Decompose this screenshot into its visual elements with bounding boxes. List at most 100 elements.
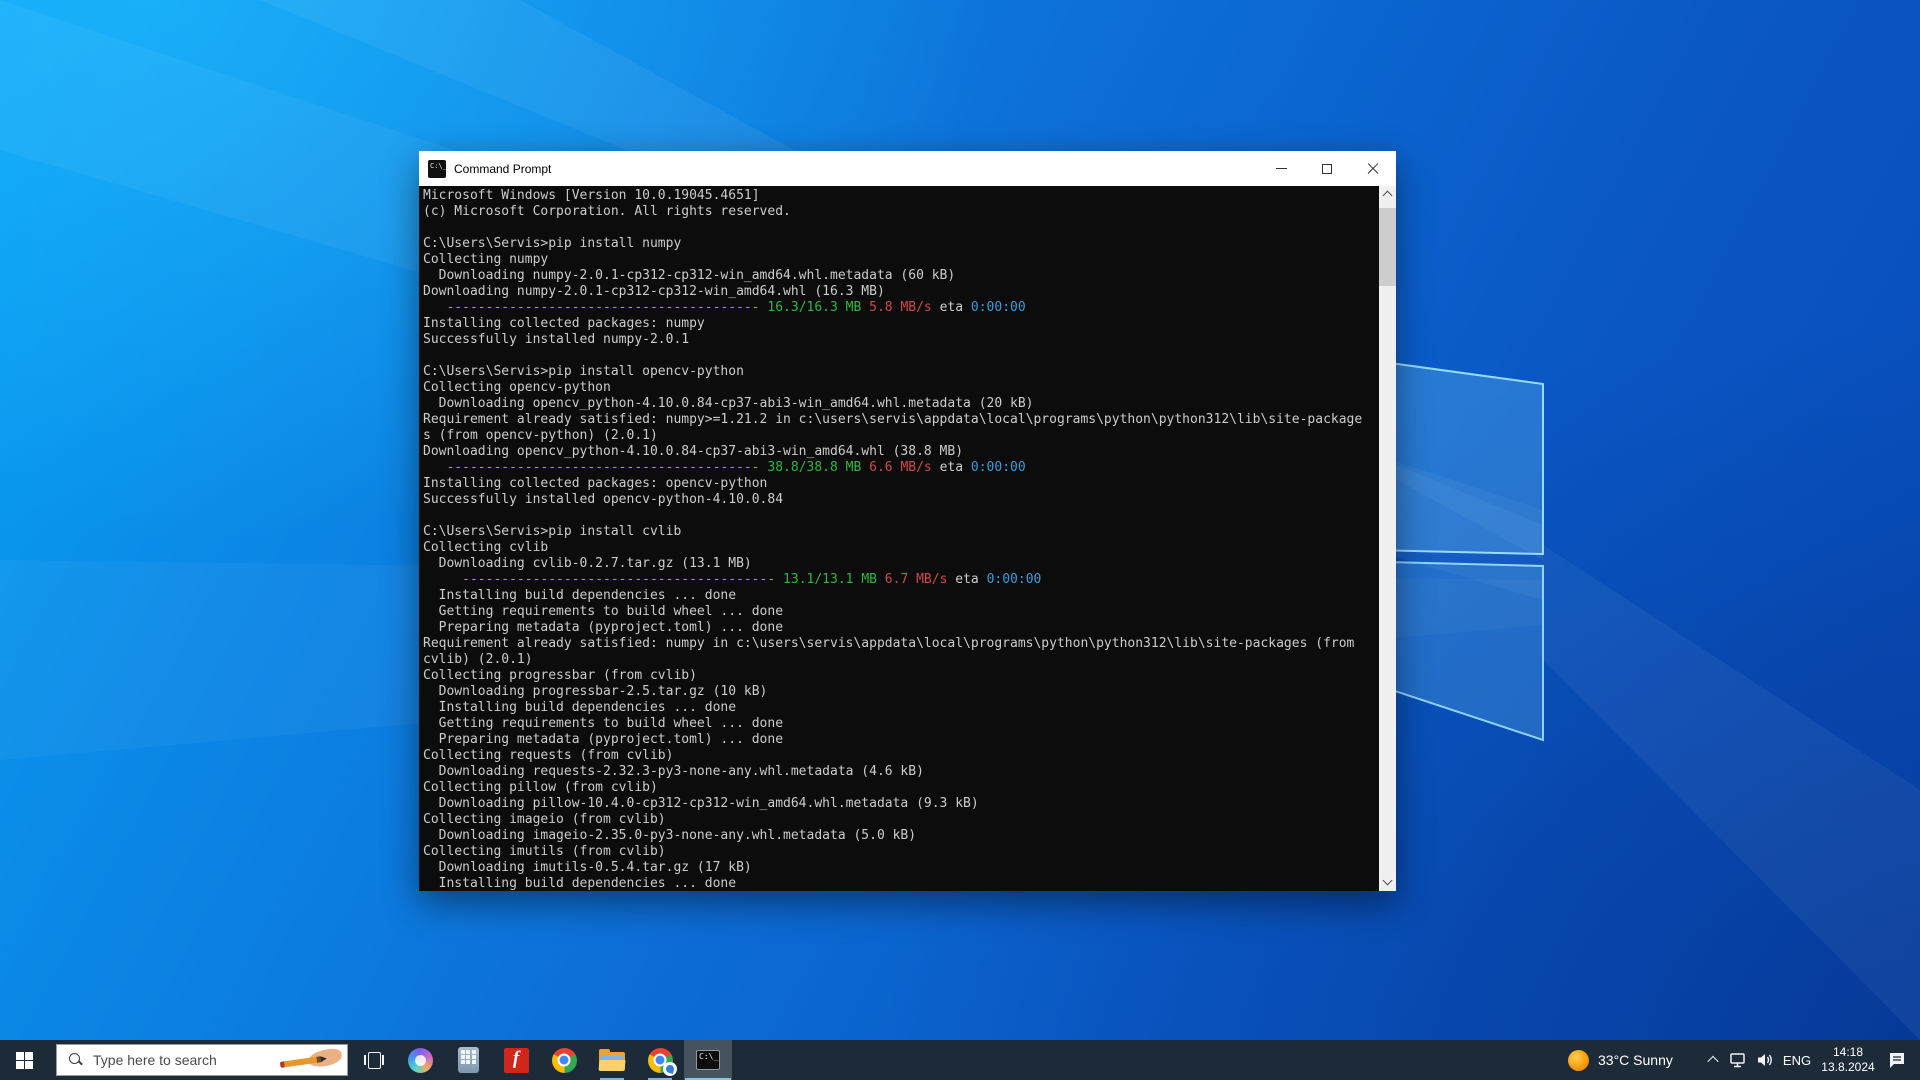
console-output: Microsoft Windows [Version 10.0.19045.46… bbox=[423, 188, 1379, 891]
console-line: Downloading opencv_python-4.10.0.84-cp37… bbox=[423, 396, 1034, 411]
minimize-icon bbox=[1275, 168, 1287, 169]
weather-widget[interactable]: 33°C Sunny bbox=[1562, 1040, 1706, 1080]
clock-time: 14:18 bbox=[1832, 1045, 1864, 1059]
taskbar-app-file-explorer[interactable] bbox=[588, 1040, 636, 1080]
calculator-icon bbox=[457, 1047, 479, 1073]
window-title: Command Prompt bbox=[454, 161, 552, 176]
scrollbar-thumb[interactable] bbox=[1379, 208, 1396, 286]
taskbar-app-task-view[interactable] bbox=[352, 1040, 396, 1080]
console-line: Downloading cvlib-0.2.7.tar.gz (13.1 MB) bbox=[423, 556, 752, 571]
console-line: C:\Users\Servis>pip install cvlib bbox=[423, 524, 682, 539]
console-line: Requirement already satisfied: numpy>=1.… bbox=[423, 412, 1363, 427]
taskbar-app-chrome-profile[interactable] bbox=[636, 1040, 684, 1080]
taskbar: f C:\_ 33°C Sunny bbox=[0, 1040, 1920, 1080]
console-line: Downloading requests-2.32.3-py3-none-any… bbox=[423, 764, 924, 779]
taskbar-app-calculator[interactable] bbox=[444, 1040, 492, 1080]
chrome-icon bbox=[551, 1047, 577, 1073]
console-line: Collecting imageio (from cvlib) bbox=[423, 812, 666, 827]
console-line: Collecting opencv-python bbox=[423, 380, 611, 395]
console-line: Collecting cvlib bbox=[423, 540, 549, 555]
search-input[interactable] bbox=[93, 1052, 274, 1068]
language-label: ENG bbox=[1782, 1052, 1812, 1068]
volume-button[interactable] bbox=[1752, 1040, 1778, 1080]
clock-date: 13.8.2024 bbox=[1821, 1060, 1875, 1074]
console-line: Collecting requests (from cvlib) bbox=[423, 748, 674, 763]
console-line: Preparing metadata (pyproject.toml) ... … bbox=[423, 732, 784, 747]
console-line: Collecting progressbar (from cvlib) bbox=[423, 668, 697, 683]
close-icon bbox=[1367, 163, 1379, 175]
taskbar-app-chrome[interactable] bbox=[540, 1040, 588, 1080]
console-scrollbar[interactable] bbox=[1379, 186, 1396, 891]
console-line: Installing collected packages: opencv-py… bbox=[423, 476, 768, 491]
minimize-button[interactable] bbox=[1258, 151, 1304, 186]
command-prompt-icon: C:\_ bbox=[696, 1050, 720, 1070]
chrome-profile-icon bbox=[647, 1047, 677, 1076]
task-view-icon bbox=[364, 1052, 384, 1069]
copilot-icon bbox=[407, 1047, 433, 1073]
console-line: Downloading imutils-0.5.4.tar.gz (17 kB) bbox=[423, 860, 752, 875]
tray-overflow-button[interactable] bbox=[1702, 1040, 1724, 1080]
taskbar-app-command-prompt[interactable]: C:\_ bbox=[684, 1040, 732, 1080]
command-prompt-window: C:\_ Command Prompt Microsoft Windows [V… bbox=[419, 151, 1396, 891]
console-line: Installing build dependencies ... done bbox=[423, 700, 737, 715]
console-line: ----------------------------------------… bbox=[446, 300, 1026, 315]
f-app-icon: f bbox=[503, 1047, 529, 1073]
console-line: Installing collected packages: numpy bbox=[423, 316, 705, 331]
sun-weather-icon bbox=[1568, 1049, 1589, 1071]
window-titlebar[interactable]: C:\_ Command Prompt bbox=[419, 151, 1396, 186]
console-line: Getting requirements to build wheel ... … bbox=[423, 716, 784, 731]
console-line: Downloading opencv_python-4.10.0.84-cp37… bbox=[423, 444, 964, 459]
cmd-window-icon: C:\_ bbox=[428, 159, 446, 178]
chrome-profile-badge-icon bbox=[662, 1061, 677, 1076]
search-icon bbox=[69, 1053, 83, 1067]
console-line: C:\Users\Servis>pip install numpy bbox=[423, 236, 682, 251]
search-doodle-hand-pencil bbox=[274, 1045, 347, 1075]
taskbar-clock[interactable]: 14:18 13.8.2024 bbox=[1818, 1040, 1878, 1080]
action-center-icon bbox=[1890, 1053, 1904, 1068]
start-button[interactable] bbox=[0, 1040, 48, 1080]
weather-text: 33°C Sunny bbox=[1598, 1052, 1673, 1068]
taskbar-app-copilot[interactable] bbox=[396, 1040, 444, 1080]
console-line: Successfully installed numpy-2.0.1 bbox=[423, 332, 690, 347]
console-line: Getting requirements to build wheel ... … bbox=[423, 604, 784, 619]
scroll-up-icon[interactable] bbox=[1379, 186, 1396, 203]
console-line: Downloading pillow-10.4.0-cp312-cp312-wi… bbox=[423, 796, 979, 811]
console-line: Requirement already satisfied: numpy in … bbox=[423, 636, 1355, 651]
network-icon bbox=[1730, 1052, 1745, 1067]
file-explorer-icon bbox=[598, 1049, 626, 1071]
scroll-down-icon[interactable] bbox=[1379, 874, 1396, 891]
action-center-button[interactable] bbox=[1880, 1040, 1914, 1080]
network-status-button[interactable] bbox=[1726, 1040, 1752, 1080]
chevron-up-icon bbox=[1707, 1055, 1719, 1068]
language-indicator[interactable]: ENG bbox=[1778, 1040, 1816, 1080]
console-line: cvlib) (2.0.1) bbox=[423, 652, 533, 667]
console-line: Installing build dependencies ... done bbox=[423, 876, 737, 891]
console-line: Collecting imutils (from cvlib) bbox=[423, 844, 666, 859]
console-line: Installing build dependencies ... done bbox=[423, 588, 737, 603]
console-line: ----------------------------------------… bbox=[462, 572, 1042, 587]
taskbar-search[interactable] bbox=[56, 1044, 348, 1076]
console-line: (c) Microsoft Corporation. All rights re… bbox=[423, 204, 791, 219]
console-line: Downloading numpy-2.0.1-cp312-cp312-win_… bbox=[423, 268, 956, 283]
console-line: s (from opencv-python) (2.0.1) bbox=[423, 428, 658, 443]
console-line: Preparing metadata (pyproject.toml) ... … bbox=[423, 620, 784, 635]
taskbar-app-f-app[interactable]: f bbox=[492, 1040, 540, 1080]
windows-start-icon bbox=[15, 1051, 33, 1069]
console-line: Downloading imageio-2.35.0-py3-none-any.… bbox=[423, 828, 917, 843]
console-line: Successfully installed opencv-python-4.1… bbox=[423, 492, 784, 507]
console-line: Microsoft Windows [Version 10.0.19045.46… bbox=[423, 188, 760, 203]
maximize-icon bbox=[1322, 163, 1332, 174]
maximize-button[interactable] bbox=[1304, 151, 1350, 186]
console-line: ----------------------------------------… bbox=[446, 460, 1026, 475]
close-button[interactable] bbox=[1350, 151, 1396, 186]
console-line: C:\Users\Servis>pip install opencv-pytho… bbox=[423, 364, 744, 379]
speaker-icon bbox=[1757, 1054, 1772, 1066]
console-line: Collecting numpy bbox=[423, 252, 549, 267]
console-line: Collecting pillow (from cvlib) bbox=[423, 780, 658, 795]
console-line: Downloading progressbar-2.5.tar.gz (10 k… bbox=[423, 684, 768, 699]
console-line: Downloading numpy-2.0.1-cp312-cp312-win_… bbox=[423, 284, 885, 299]
console-area[interactable]: Microsoft Windows [Version 10.0.19045.46… bbox=[419, 186, 1396, 891]
